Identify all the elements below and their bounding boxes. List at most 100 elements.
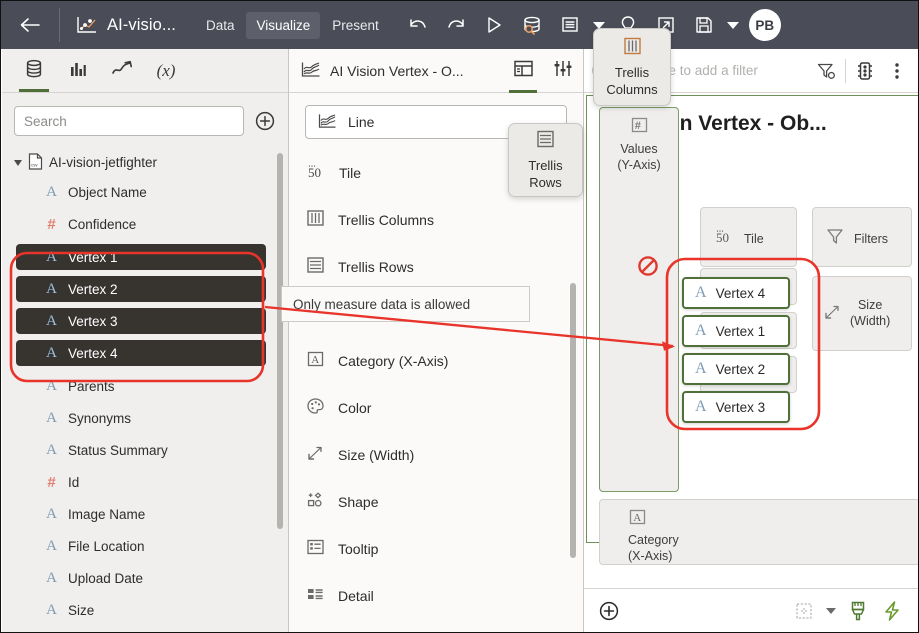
svg-text:50: 50 (308, 165, 321, 180)
list-icon[interactable] (551, 5, 589, 45)
line-chart-icon (318, 113, 337, 132)
sidebar-tab-expression[interactable]: (x) (144, 50, 188, 92)
drop-zone-label: Filters (854, 232, 888, 248)
menu-item-data[interactable]: Data (196, 12, 245, 39)
values-y-axis-drop-zone[interactable]: # Values(Y-Axis) (599, 107, 679, 492)
option-shape[interactable]: Shape (289, 478, 583, 525)
add-data-icon[interactable] (254, 110, 276, 132)
paintbrush-icon[interactable] (841, 594, 875, 628)
field-vertex-4[interactable]: A Vertex 4 (16, 340, 266, 366)
option-label: Size (Width) (338, 447, 414, 463)
sidebar-tab-data[interactable] (12, 50, 56, 92)
string-type-icon: A (44, 602, 59, 619)
back-icon[interactable] (1, 1, 59, 49)
option-size-width[interactable]: Size (Width) (289, 431, 583, 478)
dragged-chip-vertex-3[interactable]: A Vertex 3 (682, 391, 790, 423)
panel-layout-icon (513, 59, 534, 83)
field-synonyms[interactable]: A Synonyms (2, 402, 288, 434)
field-vertex-2[interactable]: A Vertex 2 (16, 276, 266, 302)
option-detail[interactable]: Detail (289, 572, 583, 619)
field-parents[interactable]: A Parents (2, 370, 288, 402)
filter-icon (826, 227, 844, 248)
line-chart-icon (301, 61, 321, 81)
redo-icon[interactable] (437, 5, 475, 45)
avatar[interactable]: PB (749, 9, 781, 41)
tree-root-node[interactable]: csv AI-vision-jetfighter (2, 149, 288, 176)
string-type-icon: A (695, 360, 707, 378)
chart-scatter-icon (76, 15, 98, 35)
string-type-icon: A (44, 249, 59, 266)
tab-settings[interactable] (543, 50, 583, 93)
lightning-icon[interactable] (875, 594, 909, 628)
undo-icon[interactable] (399, 5, 437, 45)
trellis-rows-icon (306, 256, 325, 277)
category-x-axis-drop-zone[interactable]: A Category(X-Axis) (599, 499, 919, 565)
sidebar-tab-trend[interactable] (100, 50, 144, 92)
option-category-x-axis[interactable]: A Category (X-Axis) (289, 337, 583, 384)
tile-drop-zone[interactable]: 50 Tile (700, 207, 797, 267)
field-upload-date[interactable]: A Upload Date (2, 562, 288, 594)
visualization-name-group[interactable]: AI Vision Vertex - O... (301, 61, 503, 81)
more-options-icon[interactable] (881, 51, 913, 91)
number-type-icon: # (44, 474, 59, 491)
option-trellis-columns[interactable]: Trellis Columns (289, 196, 583, 243)
tab-layout[interactable] (503, 50, 543, 93)
sidebar-tab-charts[interactable] (56, 50, 100, 92)
add-visualization-icon[interactable] (592, 594, 626, 628)
field-file-location[interactable]: A File Location (2, 530, 288, 562)
dragged-chip-vertex-4[interactable]: A Vertex 4 (682, 277, 790, 309)
chip-label: Vertex 1 (716, 324, 766, 339)
left-panel-scrollbar[interactable] (277, 153, 283, 529)
chevron-down-icon[interactable] (821, 594, 841, 628)
toolbar-divider (845, 59, 846, 83)
drag-ghost-trellis-rows[interactable]: TrellisRows (508, 123, 583, 197)
string-type-icon: A (44, 184, 59, 201)
field-vertex-1[interactable]: A Vertex 1 (16, 244, 266, 270)
string-type-icon: A (44, 506, 59, 523)
function-icon: (x) (157, 61, 176, 81)
middle-panel-tabs (503, 49, 583, 93)
filter-settings-icon[interactable] (810, 51, 842, 91)
middle-panel-scrollbar[interactable] (570, 283, 576, 558)
chevron-down-icon[interactable] (723, 5, 743, 45)
svg-text:csv: csv (31, 162, 38, 167)
option-trellis-rows[interactable]: Trellis Rows (289, 243, 583, 290)
string-type-icon: A (695, 398, 707, 416)
menu-item-present[interactable]: Present (322, 12, 389, 39)
save-icon[interactable] (685, 5, 723, 45)
field-vertex-3[interactable]: A Vertex 3 (16, 308, 266, 334)
left-data-panel: (x) csv AI-vision-jetfighter A Object Na… (2, 49, 289, 633)
field-id[interactable]: # Id (2, 466, 288, 498)
document-title-group[interactable]: AI-visio... (60, 15, 190, 35)
field-object-name[interactable]: A Object Name (2, 176, 288, 208)
field-status-summary[interactable]: A Status Summary (2, 434, 288, 466)
dragged-chip-vertex-2[interactable]: A Vertex 2 (682, 353, 790, 385)
option-tooltip[interactable]: Tooltip (289, 525, 583, 572)
expand-triangle-icon[interactable] (14, 160, 22, 166)
search-row (2, 93, 288, 144)
drag-ghost-trellis-columns[interactable]: TrellisColumns (593, 28, 671, 106)
field-image-name[interactable]: A Image Name (2, 498, 288, 530)
field-label: Upload Date (68, 571, 143, 586)
field-size[interactable]: A Size (2, 594, 288, 626)
values-icon: # (630, 116, 649, 137)
menu-item-visualize[interactable]: Visualize (246, 12, 320, 39)
play-icon[interactable] (475, 5, 513, 45)
ghost-label: TrellisColumns (606, 65, 657, 98)
option-color[interactable]: Color (289, 384, 583, 431)
string-type-icon: A (44, 281, 59, 298)
svg-text:50: 50 (716, 230, 729, 245)
data-search-icon[interactable] (513, 5, 551, 45)
dragged-chip-vertex-1[interactable]: A Vertex 1 (682, 315, 790, 347)
field-confidence[interactable]: # Confidence (2, 208, 288, 240)
traffic-light-icon[interactable] (849, 51, 881, 91)
layout-grid-icon[interactable] (787, 594, 821, 628)
field-label: Image Name (68, 507, 145, 522)
chip-label: Vertex 3 (716, 400, 766, 415)
filters-drop-zone[interactable]: Filters (812, 207, 912, 267)
search-input[interactable] (14, 106, 244, 136)
middle-panel-header: AI Vision Vertex - O... (289, 49, 583, 93)
option-label: Category (X-Axis) (338, 353, 448, 369)
size-width-drop-zone[interactable]: Size(Width) (812, 276, 912, 351)
main-menu: Data Visualize Present (196, 12, 389, 39)
